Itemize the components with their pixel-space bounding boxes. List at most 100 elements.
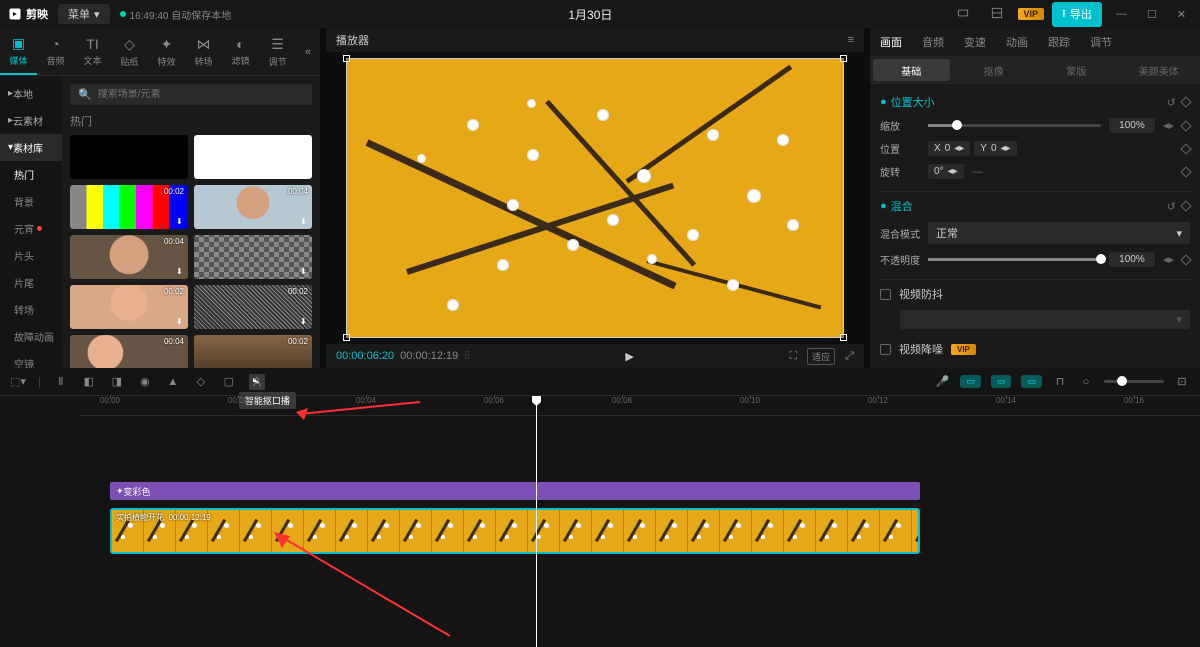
smart-cutout-tool[interactable]: 智能抠口播 bbox=[249, 374, 265, 390]
reset-icon[interactable]: ↺ bbox=[1167, 201, 1176, 213]
asset-thumb[interactable] bbox=[70, 135, 188, 179]
ratio-select[interactable]: 适应 bbox=[807, 348, 835, 365]
menu-button[interactable]: 菜单 ▾ bbox=[58, 4, 110, 24]
props-tab-anim[interactable]: 动画 bbox=[996, 28, 1038, 56]
asset-thumb[interactable]: ⬇ bbox=[194, 235, 312, 279]
keyframe-icon[interactable] bbox=[1180, 96, 1191, 107]
asset-thumb[interactable]: 00:02⬇ bbox=[70, 185, 188, 229]
subtab-mask[interactable]: 蒙版 bbox=[1038, 59, 1115, 81]
stabilize-select[interactable]: ▾ bbox=[900, 310, 1190, 329]
sidebar-item-trans[interactable]: 转场 bbox=[0, 296, 62, 323]
preview-frame[interactable] bbox=[346, 58, 844, 338]
asset-thumb[interactable]: 00:04 bbox=[70, 335, 188, 368]
keyframe-icon[interactable] bbox=[1180, 200, 1191, 211]
reset-icon[interactable]: ↺ bbox=[1167, 97, 1176, 109]
crop-tool[interactable]: ▢ bbox=[221, 374, 237, 390]
magnet-icon[interactable]: ⊓ bbox=[1052, 374, 1068, 390]
player-menu-icon[interactable]: ≡ bbox=[848, 34, 854, 46]
play-button[interactable]: ▶ bbox=[625, 350, 633, 363]
search-input[interactable] bbox=[98, 89, 304, 100]
pos-y-input[interactable]: Y 0 ◂▸ bbox=[974, 141, 1016, 156]
resize-handle-bl[interactable] bbox=[343, 334, 350, 341]
sidebar-item-intro[interactable]: 片头 bbox=[0, 242, 62, 269]
resize-handle-br[interactable] bbox=[840, 334, 847, 341]
sidebar-item-bg[interactable]: 背景 bbox=[0, 188, 62, 215]
mirror-tool[interactable]: ▲ bbox=[165, 374, 181, 390]
playhead[interactable] bbox=[536, 396, 537, 647]
sidebar-item-glitch[interactable]: 故障动画 bbox=[0, 323, 62, 350]
resize-handle-tr[interactable] bbox=[840, 55, 847, 62]
asset-thumb[interactable]: 00:02⬇ bbox=[194, 285, 312, 329]
tab-audio[interactable]: ◔音频 bbox=[37, 28, 74, 75]
split-tool[interactable]: Ⅱ bbox=[53, 374, 69, 390]
sidebar-item-library[interactable]: ▾ 素材库 bbox=[0, 134, 62, 161]
keyframe-icon[interactable] bbox=[1180, 143, 1191, 154]
asset-thumb[interactable]: 00:04⬇ bbox=[194, 185, 312, 229]
select-tool[interactable]: ⬚▾ bbox=[10, 374, 26, 390]
delete-left-tool[interactable]: ◧ bbox=[81, 374, 97, 390]
keyframe-icon[interactable] bbox=[1180, 166, 1191, 177]
stepper-icon[interactable]: ◂▸ bbox=[1163, 119, 1174, 132]
sidebar-item-empty[interactable]: 空镜 bbox=[0, 350, 62, 368]
auto-caption-button[interactable]: ▭ bbox=[960, 375, 981, 388]
zoom-slider[interactable] bbox=[1104, 380, 1164, 383]
scale-input[interactable] bbox=[1109, 118, 1155, 133]
denoise-checkbox[interactable] bbox=[880, 344, 891, 355]
sidebar-item-lantern[interactable]: 元宵 bbox=[0, 215, 62, 242]
rotate-reset-icon[interactable]: — bbox=[972, 166, 983, 178]
tab-effect[interactable]: ✦特效 bbox=[148, 28, 185, 75]
zoom-out-icon[interactable]: ○ bbox=[1078, 374, 1094, 390]
minimize-button[interactable]: — bbox=[1110, 8, 1133, 20]
time-ruler[interactable]: 00:00 00:02 00:04 00:06 00:08 00:10 00:1… bbox=[80, 396, 1200, 416]
fullscreen-icon[interactable]: ⤢ bbox=[845, 350, 854, 363]
stabilize-checkbox[interactable] bbox=[880, 289, 891, 300]
opacity-input[interactable] bbox=[1109, 252, 1155, 267]
rotate-tool[interactable]: ◇ bbox=[193, 374, 209, 390]
timecode-menu-icon[interactable]: ⫶⫶ bbox=[464, 350, 470, 363]
effect-clip[interactable]: ✦ 变彩色 bbox=[110, 482, 920, 500]
shortcuts-icon[interactable] bbox=[950, 6, 976, 23]
props-tab-video[interactable]: 画面 bbox=[870, 28, 912, 56]
auto-align-button[interactable]: ▭ bbox=[991, 375, 1012, 388]
canvas-ratio-icon[interactable]: ⛶ bbox=[789, 350, 797, 363]
export-button[interactable]: ⭱ 导出 bbox=[1052, 2, 1102, 27]
sidebar-item-hot[interactable]: 热门 bbox=[0, 161, 62, 188]
search-box[interactable]: 🔍 bbox=[70, 84, 312, 105]
sidebar-item-outro[interactable]: 片尾 bbox=[0, 269, 62, 296]
video-clip[interactable]: 实拍植物开花 00:00:12:19 bbox=[110, 508, 920, 554]
mic-icon[interactable]: 🎤 bbox=[934, 374, 950, 390]
resize-handle-tl[interactable] bbox=[343, 55, 350, 62]
keyframe-icon[interactable] bbox=[1180, 120, 1191, 131]
tab-media[interactable]: ▣媒体 bbox=[0, 28, 37, 75]
tab-text[interactable]: TI文本 bbox=[74, 28, 111, 75]
subtab-cutout[interactable]: 抠像 bbox=[956, 59, 1033, 81]
scale-slider[interactable] bbox=[928, 124, 1101, 127]
blend-mode-select[interactable]: 正常▾ bbox=[928, 222, 1190, 244]
opacity-slider[interactable] bbox=[928, 258, 1101, 261]
collapse-panel-button[interactable]: « bbox=[296, 28, 320, 75]
zoom-fit-icon[interactable]: ⊡ bbox=[1174, 374, 1190, 390]
props-tab-speed[interactable]: 变速 bbox=[954, 28, 996, 56]
asset-thumb[interactable]: 00:02⬇ bbox=[70, 285, 188, 329]
keyframe-icon[interactable] bbox=[1180, 254, 1191, 265]
asset-thumb[interactable]: 00:04⬇ bbox=[70, 235, 188, 279]
asset-thumb[interactable] bbox=[194, 135, 312, 179]
subtab-basic[interactable]: 基础 bbox=[873, 59, 950, 81]
vip-badge[interactable]: VIP bbox=[1018, 8, 1045, 20]
sidebar-item-cloud[interactable]: ▸ 云素材 bbox=[0, 107, 62, 134]
rotate-input[interactable]: 0° ◂▸ bbox=[928, 164, 964, 179]
close-button[interactable]: ✕ bbox=[1171, 8, 1192, 21]
props-tab-adjust[interactable]: 调节 bbox=[1080, 28, 1122, 56]
tab-filter[interactable]: ◐滤镜 bbox=[222, 28, 259, 75]
tab-sticker[interactable]: ◇贴纸 bbox=[111, 28, 148, 75]
layout-icon[interactable] bbox=[984, 6, 1010, 23]
props-tab-track[interactable]: 跟踪 bbox=[1038, 28, 1080, 56]
sidebar-item-local[interactable]: ▸ 本地 bbox=[0, 80, 62, 107]
tab-adjust[interactable]: ☰调节 bbox=[259, 28, 296, 75]
pos-x-input[interactable]: X 0 ◂▸ bbox=[928, 141, 970, 156]
delete-right-tool[interactable]: ◨ bbox=[109, 374, 125, 390]
tab-transition[interactable]: ⋈转场 bbox=[185, 28, 222, 75]
maximize-button[interactable]: ☐ bbox=[1141, 8, 1163, 21]
subtab-beauty[interactable]: 美颜美体 bbox=[1121, 59, 1198, 81]
timeline-tracks[interactable]: 00:00 00:02 00:04 00:06 00:08 00:10 00:1… bbox=[80, 396, 1200, 647]
